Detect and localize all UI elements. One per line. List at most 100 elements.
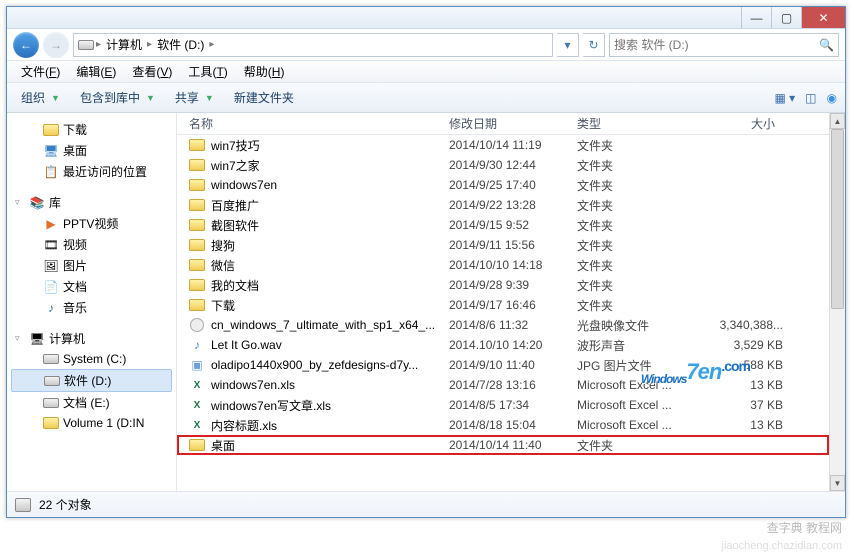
minimize-button[interactable]: — — [741, 7, 771, 28]
file-name: windows7en.xls — [211, 378, 295, 392]
file-date: 2014.10/10 14:20 — [449, 338, 577, 352]
breadcrumb-computer[interactable]: 计算机 — [103, 36, 145, 53]
folder-icon — [189, 237, 205, 253]
file-row[interactable]: win7技巧2014/10/14 11:19文件夹 — [177, 135, 829, 155]
file-row[interactable]: 微信2014/10/10 14:18文件夹 — [177, 255, 829, 275]
file-name: windows7en — [211, 178, 277, 192]
folder-icon — [189, 297, 205, 313]
history-dropdown[interactable]: ▾ — [557, 33, 579, 57]
navigation-pane: 下载 🖥桌面 📋最近访问的位置 ▿📚库 ▶PPTV视频 🎞视频 🖼图片 📄文档 … — [7, 113, 177, 491]
address-bar: ← → ▸ 计算机 ▸ 软件 (D:) ▸ ▾ ↻ 🔍 — [7, 29, 845, 61]
file-type: 文件夹 — [577, 277, 695, 294]
nav-libraries[interactable]: ▿📚库 — [7, 192, 176, 213]
folder-icon — [189, 277, 205, 293]
file-row[interactable]: 截图软件2014/9/15 9:52文件夹 — [177, 215, 829, 235]
scroll-up-button[interactable]: ▲ — [830, 113, 845, 129]
folder-icon — [189, 257, 205, 273]
file-type: 文件夹 — [577, 437, 695, 454]
jpg-icon: ▣ — [189, 357, 205, 373]
nav-volume-1[interactable]: Volume 1 (D:IN — [7, 413, 176, 433]
file-name: 百度推广 — [211, 197, 259, 214]
maximize-button[interactable]: ▢ — [771, 7, 801, 28]
file-name: win7之家 — [211, 157, 260, 174]
file-row[interactable]: 我的文档2014/9/28 9:39文件夹 — [177, 275, 829, 295]
file-name: 内容标题.xls — [211, 417, 277, 434]
refresh-button[interactable]: ↻ — [583, 33, 605, 57]
file-date: 2014/9/17 16:46 — [449, 298, 577, 312]
file-row[interactable]: cn_windows_7_ultimate_with_sp1_x64_...20… — [177, 315, 829, 335]
status-count: 22 个对象 — [39, 496, 92, 513]
scroll-thumb[interactable] — [831, 129, 844, 309]
file-row[interactable]: Xwindows7en写文章.xls2014/8/5 17:34Microsof… — [177, 395, 829, 415]
chevron-right-icon[interactable]: ▸ — [96, 39, 101, 50]
file-row[interactable]: 下载2014/9/17 16:46文件夹 — [177, 295, 829, 315]
titlebar: — ▢ ✕ — [7, 7, 845, 29]
file-row[interactable]: win7之家 2014/9/30 12:44文件夹 — [177, 155, 829, 175]
tb-new-folder[interactable]: 新建文件夹 — [228, 87, 300, 108]
search-input[interactable] — [614, 38, 819, 52]
back-button[interactable]: ← — [13, 32, 39, 58]
file-row[interactable]: ♪Let It Go.wav2014.10/10 14:20波形声音3,529 … — [177, 335, 829, 355]
nav-desktop[interactable]: 🖥桌面 — [7, 140, 176, 161]
menu-help[interactable]: 帮助(H) — [238, 61, 291, 82]
col-date[interactable]: 修改日期 — [449, 115, 577, 132]
nav-pictures[interactable]: 🖼图片 — [7, 255, 176, 276]
file-row[interactable]: 百度推广2014/9/22 13:28文件夹 — [177, 195, 829, 215]
forward-button[interactable]: → — [43, 32, 69, 58]
file-rows: win7技巧2014/10/14 11:19文件夹 win7之家 2014/9/30… — [177, 135, 829, 491]
nav-pptv[interactable]: ▶PPTV视频 — [7, 213, 176, 234]
file-date: 2014/9/30 12:44 — [449, 158, 577, 172]
file-type: 文件夹 — [577, 137, 695, 154]
scroll-down-button[interactable]: ▼ — [830, 475, 845, 491]
vertical-scrollbar[interactable]: ▲ ▼ — [829, 113, 845, 491]
menu-view[interactable]: 查看(V) — [126, 61, 178, 82]
drive-icon — [15, 497, 31, 513]
help-button[interactable]: ◉ — [827, 91, 837, 105]
col-size[interactable]: 大小 — [695, 115, 795, 132]
nav-videos[interactable]: 🎞视频 — [7, 234, 176, 255]
folder-icon — [189, 137, 205, 153]
col-type[interactable]: 类型 — [577, 115, 695, 132]
file-row[interactable]: windows7en2014/9/25 17:40文件夹 — [177, 175, 829, 195]
file-row[interactable]: 搜狗2014/9/11 15:56文件夹 — [177, 235, 829, 255]
file-row[interactable]: X内容标题.xls2014/8/18 15:04Microsoft Excel … — [177, 415, 829, 435]
chevron-right-icon[interactable]: ▸ — [209, 39, 214, 50]
nav-music[interactable]: ♪音乐 — [7, 297, 176, 318]
file-row[interactable]: ▣oladipo1440x900_by_zefdesigns-d7y...201… — [177, 355, 829, 375]
menu-file[interactable]: 文件(F) — [15, 61, 66, 82]
file-row[interactable]: 桌面2014/10/14 11:40文件夹 — [177, 435, 829, 455]
search-box[interactable]: 🔍 — [609, 33, 839, 57]
nav-documents-e[interactable]: 文档 (E:) — [7, 392, 176, 413]
file-row[interactable]: Xwindows7en.xls2014/7/28 13:16Microsoft … — [177, 375, 829, 395]
chevron-right-icon[interactable]: ▸ — [147, 39, 152, 50]
file-type: 文件夹 — [577, 217, 695, 234]
folder-icon — [189, 197, 205, 213]
preview-pane-button[interactable]: ◫ — [805, 91, 816, 105]
view-options-button[interactable]: ▦ ▾ — [774, 91, 795, 105]
col-name[interactable]: 名称 — [189, 115, 449, 132]
breadcrumb[interactable]: ▸ 计算机 ▸ 软件 (D:) ▸ — [73, 33, 553, 57]
tb-include-library[interactable]: 包含到库中▼ — [74, 87, 161, 108]
menu-edit[interactable]: 编辑(E) — [70, 61, 122, 82]
file-name: 搜狗 — [211, 237, 235, 254]
file-type: 文件夹 — [577, 257, 695, 274]
file-type: 文件夹 — [577, 197, 695, 214]
folder-icon — [189, 217, 205, 233]
nav-computer[interactable]: ▿🖥计算机 — [7, 328, 176, 349]
xls-icon: X — [189, 397, 205, 413]
nav-recent[interactable]: 📋最近访问的位置 — [7, 161, 176, 182]
menu-tools[interactable]: 工具(T) — [182, 61, 233, 82]
breadcrumb-drive[interactable]: 软件 (D:) — [154, 36, 207, 53]
drive-icon — [78, 37, 94, 53]
nav-documents[interactable]: 📄文档 — [7, 276, 176, 297]
nav-system-c[interactable]: System (C:) — [7, 349, 176, 369]
nav-downloads[interactable]: 下载 — [7, 119, 176, 140]
close-button[interactable]: ✕ — [801, 7, 845, 28]
file-type: JPG 图片文件 — [577, 357, 695, 374]
tb-organize[interactable]: 组织▼ — [15, 87, 66, 108]
file-size: 588 KB — [695, 358, 795, 372]
file-type: 文件夹 — [577, 157, 695, 174]
folder-icon — [189, 157, 205, 173]
tb-share[interactable]: 共享▼ — [169, 87, 220, 108]
nav-software-d[interactable]: 软件 (D:) — [11, 369, 172, 392]
